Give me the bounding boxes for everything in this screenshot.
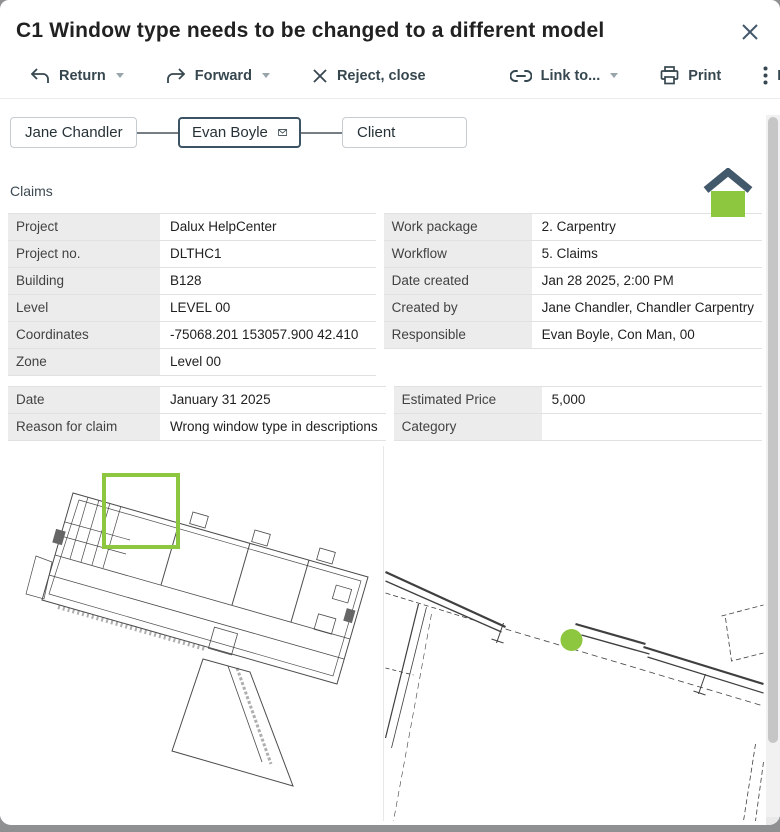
close-icon [741,23,759,41]
table-row: Estimated Price5,000 [394,387,762,414]
claims-table-left: ProjectDalux HelpCenter Project no.DLTHC… [8,213,376,376]
envelope-icon [278,126,287,139]
details-table-right: Estimated Price5,000 Category [394,386,762,441]
details-table: DateJanuary 31 2025 Reason for claimWron… [8,386,762,441]
caret-down-icon [116,73,124,78]
workflow-step-client[interactable]: Client [342,117,467,148]
table-row: Category [394,414,762,441]
table-row: BuildingB128 [8,268,376,295]
table-row: ZoneLevel 00 [8,349,376,376]
vertical-dots-icon [763,66,768,85]
location-marker [561,629,583,651]
workflow-connector [301,132,342,134]
printer-icon [660,66,679,85]
dialog-header: C1 Window type needs to be changed to a … [0,0,780,43]
caret-down-icon [610,73,618,78]
reject-close-button[interactable]: Reject, close [312,68,426,84]
forward-arrow-icon [166,67,186,85]
table-row: ResponsibleEvan Boyle, Con Man, 00 [384,322,762,349]
page-title: C1 Window type needs to be changed to a … [16,19,732,43]
table-row: Date createdJan 28 2025, 2:00 PM [384,268,762,295]
floorplan-panels [0,446,780,821]
table-row: Created byJane Chandler, Chandler Carpen… [384,295,762,322]
section-label-claims: Claims [10,183,780,199]
print-button[interactable]: Print [660,66,721,85]
claims-table-right: Work package2. Carpentry Workflow5. Clai… [384,213,762,349]
forward-button[interactable]: Forward [166,67,270,85]
table-row: Reason for claimWrong window type in des… [8,414,386,441]
caret-down-icon [262,73,270,78]
workflow-step-evan-boyle[interactable]: Evan Boyle [178,117,301,148]
claims-table: ProjectDalux HelpCenter Project no.DLTHC… [8,213,762,376]
more-button[interactable]: More [763,66,780,85]
scrollbar-thumb[interactable] [768,117,778,743]
scrollbar-corner [766,817,780,825]
workflow-steps: Jane Chandler Evan Boyle Client [10,117,780,148]
x-icon [312,68,328,84]
close-button[interactable] [739,21,761,43]
floorplan-detail[interactable] [383,446,765,821]
details-table-left: DateJanuary 31 2025 Reason for claimWron… [8,386,386,441]
table-row: ProjectDalux HelpCenter [8,214,376,241]
table-row: LevelLEVEL 00 [8,295,376,322]
claim-dialog: C1 Window type needs to be changed to a … [0,0,780,825]
scrollbar-track[interactable] [766,115,780,817]
table-row: Workflow5. Claims [384,241,762,268]
workflow-step-jane-chandler[interactable]: Jane Chandler [10,117,137,148]
table-row: Coordinates-75068.201 153057.900 42.410 [8,322,376,349]
table-row: DateJanuary 31 2025 [8,387,386,414]
floorplan-overview[interactable] [0,446,383,821]
workflow-connector [137,132,178,134]
house-icon [702,168,754,221]
table-row: Project no.DLTHC1 [8,241,376,268]
return-arrow-icon [30,67,50,85]
return-button[interactable]: Return [30,67,124,85]
link-to-button[interactable]: Link to... [510,68,619,84]
chain-link-icon [510,69,532,83]
toolbar: Return Forward Reject, close Link to... [0,53,780,99]
